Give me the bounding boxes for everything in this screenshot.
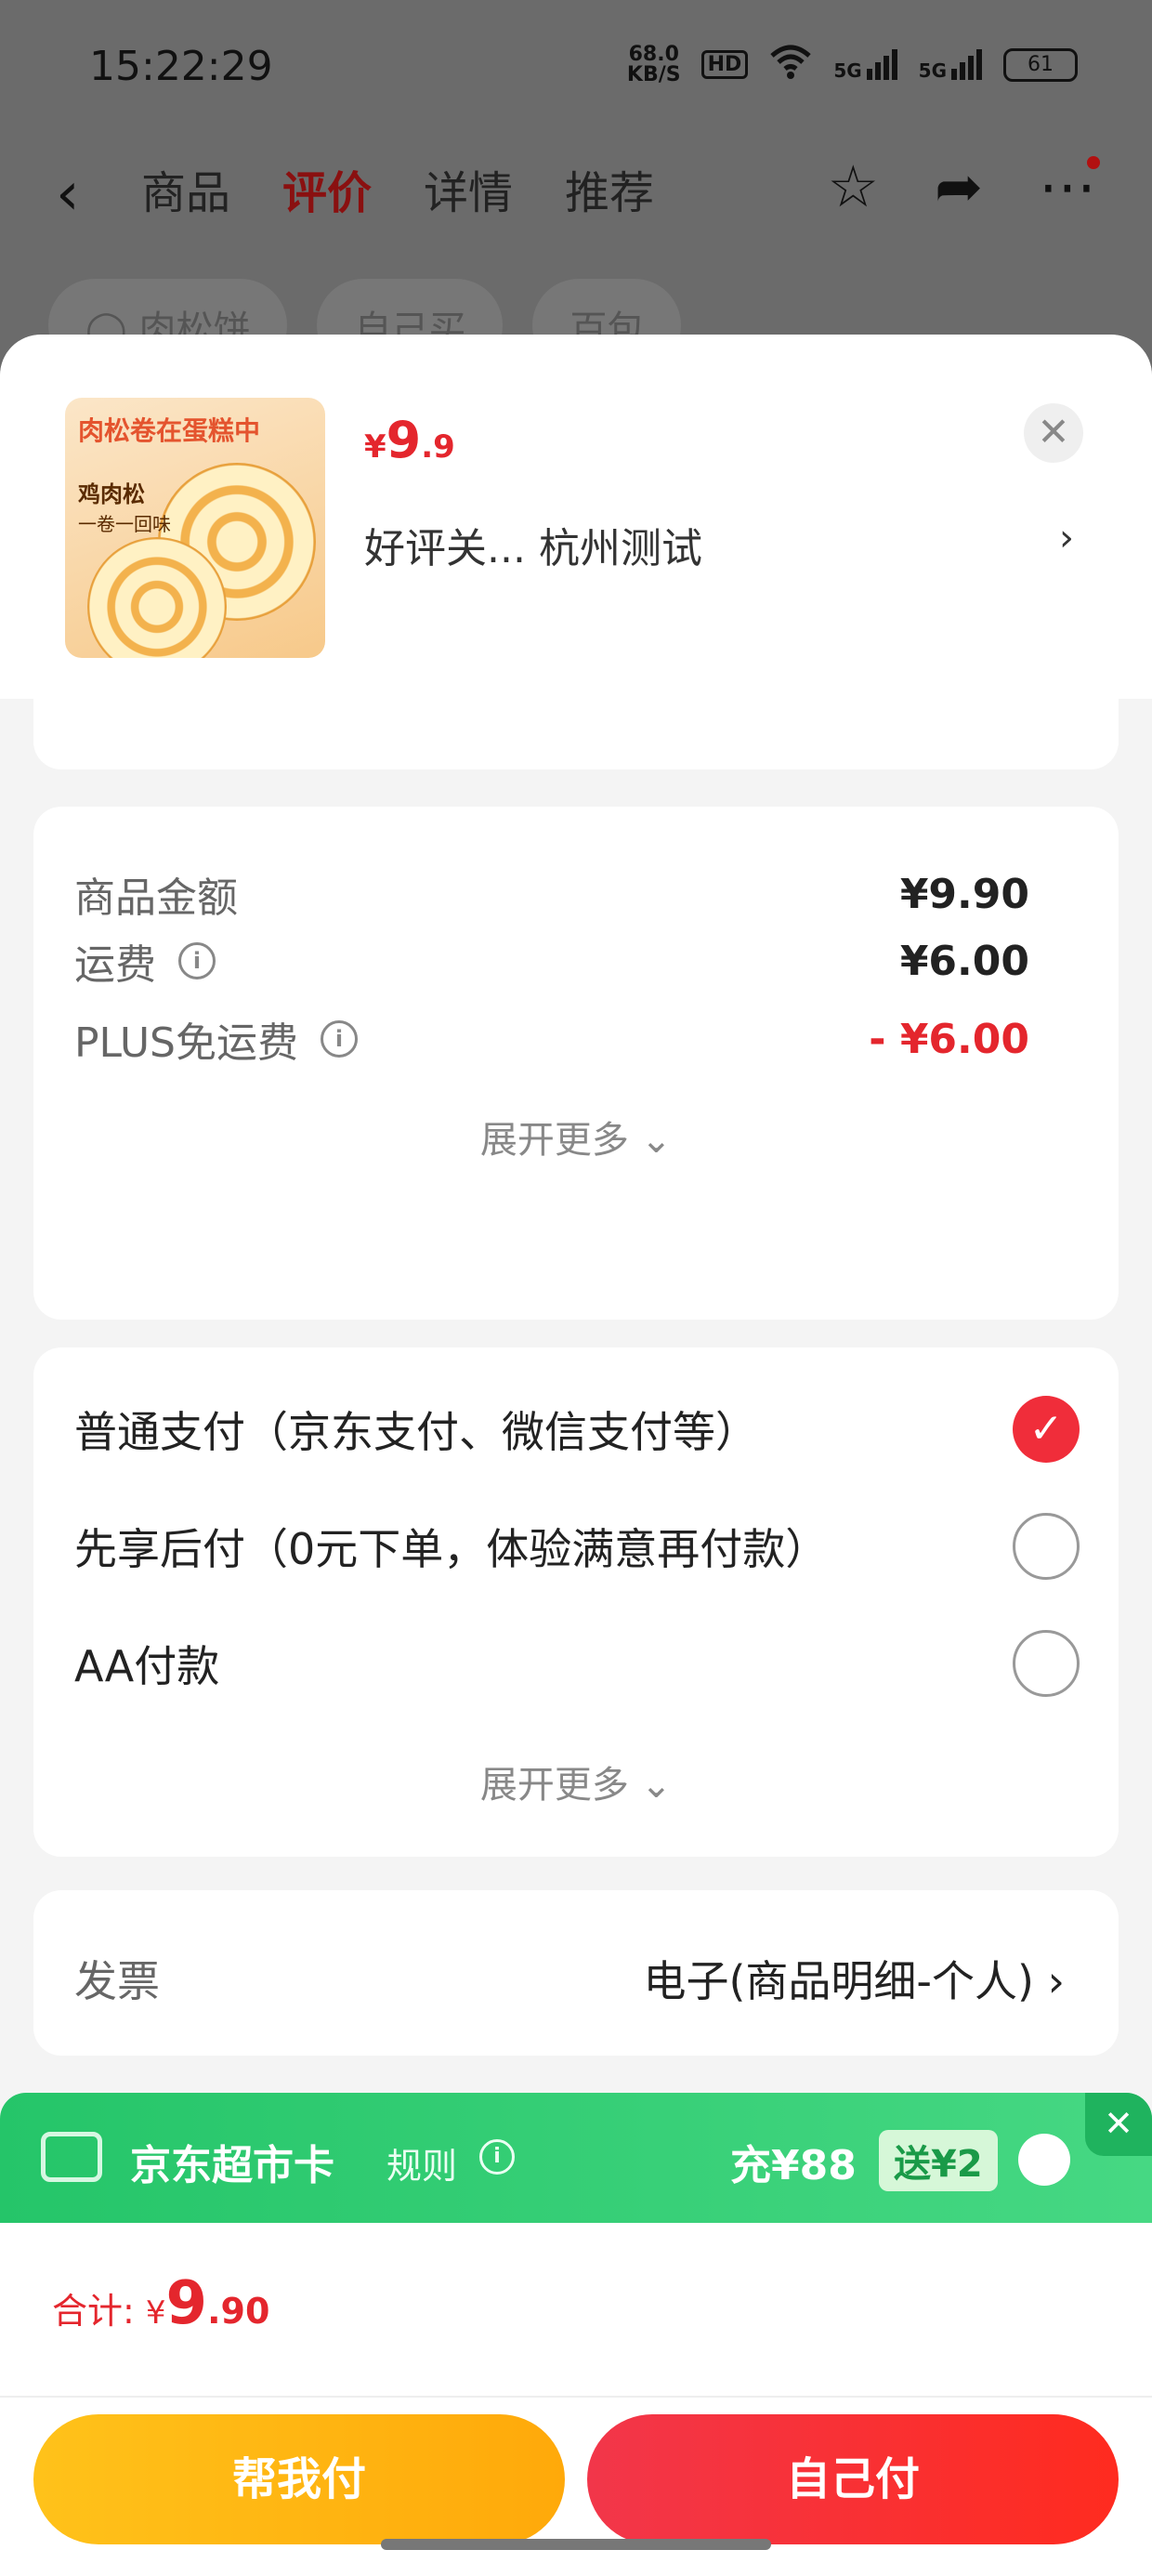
pay-myself-button[interactable]: 自己付: [587, 2414, 1119, 2544]
checkmark-radio-icon[interactable]: ✓: [1013, 1396, 1080, 1463]
home-indicator: [381, 2539, 771, 2550]
status-bar: 15:22:29 68.0 KB/S HD 5G 5G 61: [0, 0, 1152, 139]
signal-icon-2: 5G: [919, 48, 983, 82]
wifi-icon: [768, 43, 813, 86]
expand-more-button[interactable]: 展开更多 ⌄: [33, 1110, 1119, 1163]
product-price: ¥9.9: [364, 411, 455, 469]
checkout-footer: 合计: ¥9.90 帮我付 自己付: [0, 2223, 1152, 2576]
info-icon[interactable]: i: [178, 942, 216, 979]
supermarket-card-promo[interactable]: 京东超市卡 规则 i 充¥88 送¥2 ✕: [0, 2093, 1152, 2223]
cost-value: ¥6.00: [899, 937, 1029, 985]
thumb-subtitle: 鸡肉松: [78, 481, 145, 507]
checkout-sheet: 肉松卷在蛋糕中 鸡肉松 一卷一回味 ¥9.9 好评关... 杭州测试 › ✕ 商…: [0, 335, 1152, 2576]
info-icon[interactable]: i: [479, 2139, 515, 2175]
promo-title: 京东超市卡: [130, 2142, 334, 2189]
tab-product[interactable]: 商品: [141, 156, 230, 221]
status-time: 15:22:29: [89, 43, 273, 90]
divider: [0, 2396, 1152, 2398]
payment-option[interactable]: 先享后付（0元下单，体验满意再付款）: [74, 1513, 1080, 1580]
thumb-title: 肉松卷在蛋糕中: [78, 415, 261, 446]
address-card-partial: [33, 699, 1119, 769]
discount-value: - ¥6.00: [869, 1015, 1029, 1063]
invoice-value: 电子(商品明细-个人) ›: [643, 1956, 1065, 2006]
nav-tabs: 商品 评价 详情 推荐: [141, 156, 654, 221]
cost-label: 商品金额: [74, 874, 238, 922]
payment-option-label: 普通支付（京东支付、微信支付等）: [74, 1407, 758, 1457]
thumb-tagline: 一卷一回味: [78, 513, 171, 535]
payment-option-label: 先享后付（0元下单，体验满意再付款）: [74, 1524, 829, 1574]
payment-option-label: AA付款: [74, 1641, 220, 1691]
card-icon: [41, 2132, 102, 2182]
notification-dot: [1087, 156, 1100, 169]
back-icon[interactable]: ‹: [56, 160, 80, 229]
chevron-down-icon: ⌄: [640, 1119, 673, 1162]
nav-actions: ☆ ➦ ⋯: [827, 152, 1096, 220]
product-header: 肉松卷在蛋糕中 鸡肉松 一卷一回味 ¥9.9 好评关... 杭州测试 › ✕: [0, 335, 1152, 699]
network-speed: 68.0 KB/S: [626, 42, 681, 86]
battery-icon: 61: [1003, 47, 1078, 82]
payment-option[interactable]: 普通支付（京东支付、微信支付等） ✓: [74, 1396, 1080, 1463]
hd-icon: HD: [700, 50, 749, 79]
cost-value: ¥9.90: [899, 870, 1029, 918]
chevron-right-icon: ›: [1047, 1956, 1065, 2006]
product-spec[interactable]: 好评关... 杭州测试: [364, 515, 702, 574]
chevron-down-icon: ⌄: [640, 1764, 673, 1807]
invoice-label: 发票: [74, 1956, 160, 2006]
close-button[interactable]: ✕: [1024, 403, 1083, 463]
cost-summary-card: 商品金额 ¥9.90 运费 i ¥6.00 PLUS免运费 i - ¥6.00 展开…: [33, 807, 1119, 1320]
product-thumbnail: 肉松卷在蛋糕中 鸡肉松 一卷一回味: [65, 398, 325, 658]
star-icon[interactable]: ☆: [827, 152, 879, 220]
cost-label: 运费: [74, 941, 156, 989]
cost-row-shipping: 运费 i ¥6.00: [74, 931, 1029, 991]
chevron-right-icon[interactable]: ›: [1059, 517, 1074, 559]
radio-icon[interactable]: [1013, 1630, 1080, 1697]
cost-label: PLUS免运费: [74, 1019, 298, 1067]
invoice-card[interactable]: 发票 电子(商品明细-个人) ›: [33, 1890, 1119, 2056]
promo-charge: 充¥88: [730, 2142, 857, 2189]
signal-icon: 5G: [833, 48, 897, 82]
tab-recommend[interactable]: 推荐: [565, 156, 654, 221]
help-me-pay-button[interactable]: 帮我付: [33, 2414, 565, 2544]
share-icon[interactable]: ➦: [935, 152, 983, 220]
radio-icon[interactable]: [1018, 2134, 1070, 2186]
info-icon[interactable]: i: [321, 1020, 358, 1058]
expand-more-button[interactable]: 展开更多 ⌄: [33, 1755, 1119, 1808]
cost-row-goods: 商品金额 ¥9.90: [74, 864, 1029, 924]
promo-bonus-badge: 送¥2: [879, 2130, 998, 2191]
close-icon[interactable]: ✕: [1085, 2093, 1152, 2156]
radio-icon[interactable]: [1013, 1513, 1080, 1580]
order-total: 合计: ¥9.90: [52, 2269, 270, 2338]
tab-details[interactable]: 详情: [424, 156, 513, 221]
payment-option[interactable]: AA付款: [74, 1630, 1080, 1697]
tab-reviews[interactable]: 评价: [282, 156, 372, 221]
product-nav-bar: ‹ 商品 评价 详情 推荐 ☆ ➦ ⋯: [0, 139, 1152, 288]
promo-rule-link[interactable]: 规则: [386, 2137, 457, 2188]
cost-row-plus: PLUS免运费 i - ¥6.00: [74, 1009, 1029, 1069]
status-icons: 68.0 KB/S HD 5G 5G 61: [627, 43, 1078, 86]
payment-method-card: 普通支付（京东支付、微信支付等） ✓ 先享后付（0元下单，体验满意再付款） AA…: [33, 1347, 1119, 1857]
